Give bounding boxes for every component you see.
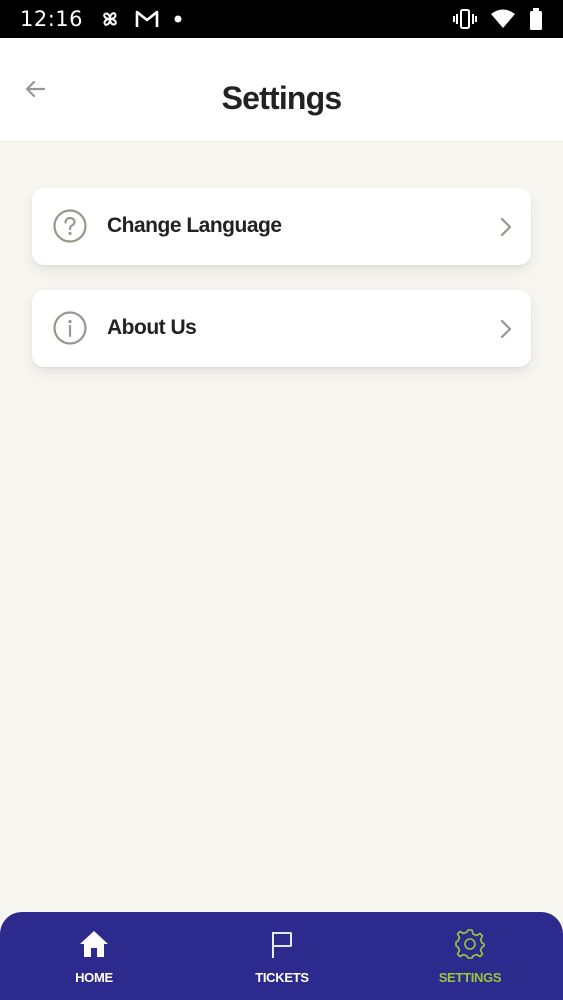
status-right-icons: [453, 8, 543, 30]
app-header: Settings: [0, 38, 563, 142]
about-us-label: About Us: [107, 316, 197, 339]
pinwheel-icon: [103, 12, 117, 26]
flag-icon: [272, 932, 292, 958]
chevron-right-icon: [500, 319, 512, 339]
status-left-icons: [99, 8, 183, 30]
nav-home-label: HOME: [75, 970, 113, 985]
info-circle-icon: [53, 311, 87, 345]
nav-home[interactable]: HOME: [24, 912, 164, 1000]
nav-tickets[interactable]: TICKETS: [212, 912, 352, 1000]
battery-icon: [530, 8, 542, 30]
vibrate-icon: [453, 9, 477, 29]
gear-icon: [455, 929, 485, 959]
settings-content: Change Language About Us: [0, 142, 563, 912]
status-bar: 12:16: [0, 0, 563, 38]
about-us-item[interactable]: About Us: [32, 290, 531, 367]
status-time: 12:16: [20, 7, 84, 31]
nav-tickets-label: TICKETS: [255, 970, 309, 985]
nav-settings-label: SETTINGS: [438, 970, 502, 985]
dot-icon: [174, 15, 182, 23]
change-language-item[interactable]: Change Language: [32, 188, 531, 265]
nav-settings[interactable]: SETTINGS: [400, 912, 540, 1000]
page-title: Settings: [221, 80, 343, 116]
change-language-label: Change Language: [107, 214, 282, 237]
home-icon: [80, 931, 108, 957]
gmail-icon: [135, 10, 159, 27]
wifi-icon: [491, 9, 515, 28]
chevron-right-icon: [500, 217, 512, 237]
question-circle-icon: [53, 209, 87, 243]
bottom-nav: HOME TICKETS SETTINGS: [0, 912, 563, 1000]
